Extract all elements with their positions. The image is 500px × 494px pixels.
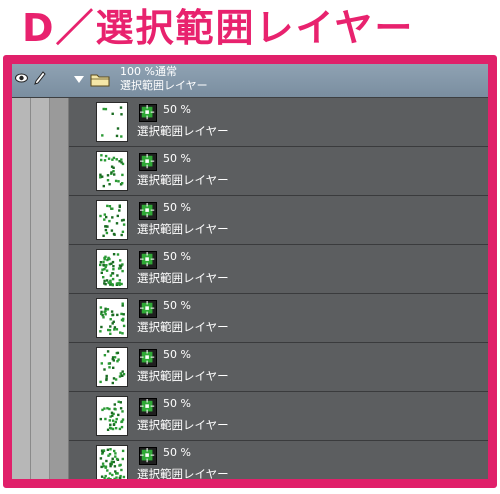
layer-opacity: 50 %: [163, 250, 191, 263]
layer-opacity: 50 %: [163, 348, 191, 361]
selection-layer-icon: [139, 153, 157, 171]
layer-row[interactable]: 50 % 選択範囲レイヤー: [69, 196, 488, 245]
layer-thumbnail: [96, 102, 128, 142]
folder-layer-row[interactable]: 100 %通常 選択範囲レイヤー: [12, 64, 488, 98]
edit-column[interactable]: [31, 64, 50, 479]
layer-thumbnail: [96, 445, 128, 479]
layer-row[interactable]: 50 % 選択範囲レイヤー: [69, 441, 488, 479]
layer-opacity: 50 %: [163, 201, 191, 214]
selection-layer-icon: [139, 300, 157, 318]
layer-name: 選択範囲レイヤー: [137, 418, 229, 432]
folder-icon: [90, 74, 110, 87]
layer-name: 選択範囲レイヤー: [137, 173, 229, 187]
folder-name: 選択範囲レイヤー: [120, 79, 208, 92]
layer-thumbnail: [96, 347, 128, 387]
selection-layer-icon: [139, 447, 157, 465]
layer-opacity: 50 %: [163, 103, 191, 116]
layer-row[interactable]: 50 % 選択範囲レイヤー: [69, 343, 488, 392]
selection-layer-icon: [139, 398, 157, 416]
selection-layer-icon: [139, 202, 157, 220]
layer-name: 選択範囲レイヤー: [137, 271, 229, 285]
layer-panel: 100 %通常 選択範囲レイヤー 50 % 選択範囲レイヤー 50 % 選択範囲レイヤ…: [12, 64, 488, 479]
layer-row[interactable]: 50 % 選択範囲レイヤー: [69, 147, 488, 196]
folder-opacity-mode: 100 %通常: [120, 65, 177, 78]
visibility-column[interactable]: [12, 64, 31, 479]
layer-name: 選択範囲レイヤー: [137, 320, 229, 334]
layer-thumbnail: [96, 298, 128, 338]
layer-thumbnail: [96, 151, 128, 191]
layer-row[interactable]: 50 % 選択範囲レイヤー: [69, 294, 488, 343]
layer-row[interactable]: 50 % 選択範囲レイヤー: [69, 98, 488, 147]
lock-column[interactable]: [50, 64, 69, 479]
layer-thumbnail: [96, 200, 128, 240]
pen-icon[interactable]: [34, 71, 46, 85]
layer-row[interactable]: 50 % 選択範囲レイヤー: [69, 392, 488, 441]
layer-name: 選択範囲レイヤー: [137, 222, 229, 236]
layer-name: 選択範囲レイヤー: [137, 124, 229, 138]
expand-arrow-icon[interactable]: [74, 76, 84, 83]
layer-opacity: 50 %: [163, 152, 191, 165]
selection-layer-icon: [139, 104, 157, 122]
layer-opacity: 50 %: [163, 299, 191, 312]
selection-layer-icon: [139, 349, 157, 367]
layer-row[interactable]: 50 % 選択範囲レイヤー: [69, 245, 488, 294]
eye-icon[interactable]: [15, 73, 28, 83]
page-title: D／選択範囲レイヤー: [22, 6, 415, 50]
layer-thumbnail: [96, 249, 128, 289]
layer-opacity: 50 %: [163, 446, 191, 459]
selection-layer-icon: [139, 251, 157, 269]
layer-thumbnail: [96, 396, 128, 436]
layer-opacity: 50 %: [163, 397, 191, 410]
layer-panel-frame: 100 %通常 選択範囲レイヤー 50 % 選択範囲レイヤー 50 % 選択範囲レイヤ…: [3, 55, 497, 488]
layer-name: 選択範囲レイヤー: [137, 369, 229, 383]
layer-name: 選択範囲レイヤー: [137, 467, 229, 479]
